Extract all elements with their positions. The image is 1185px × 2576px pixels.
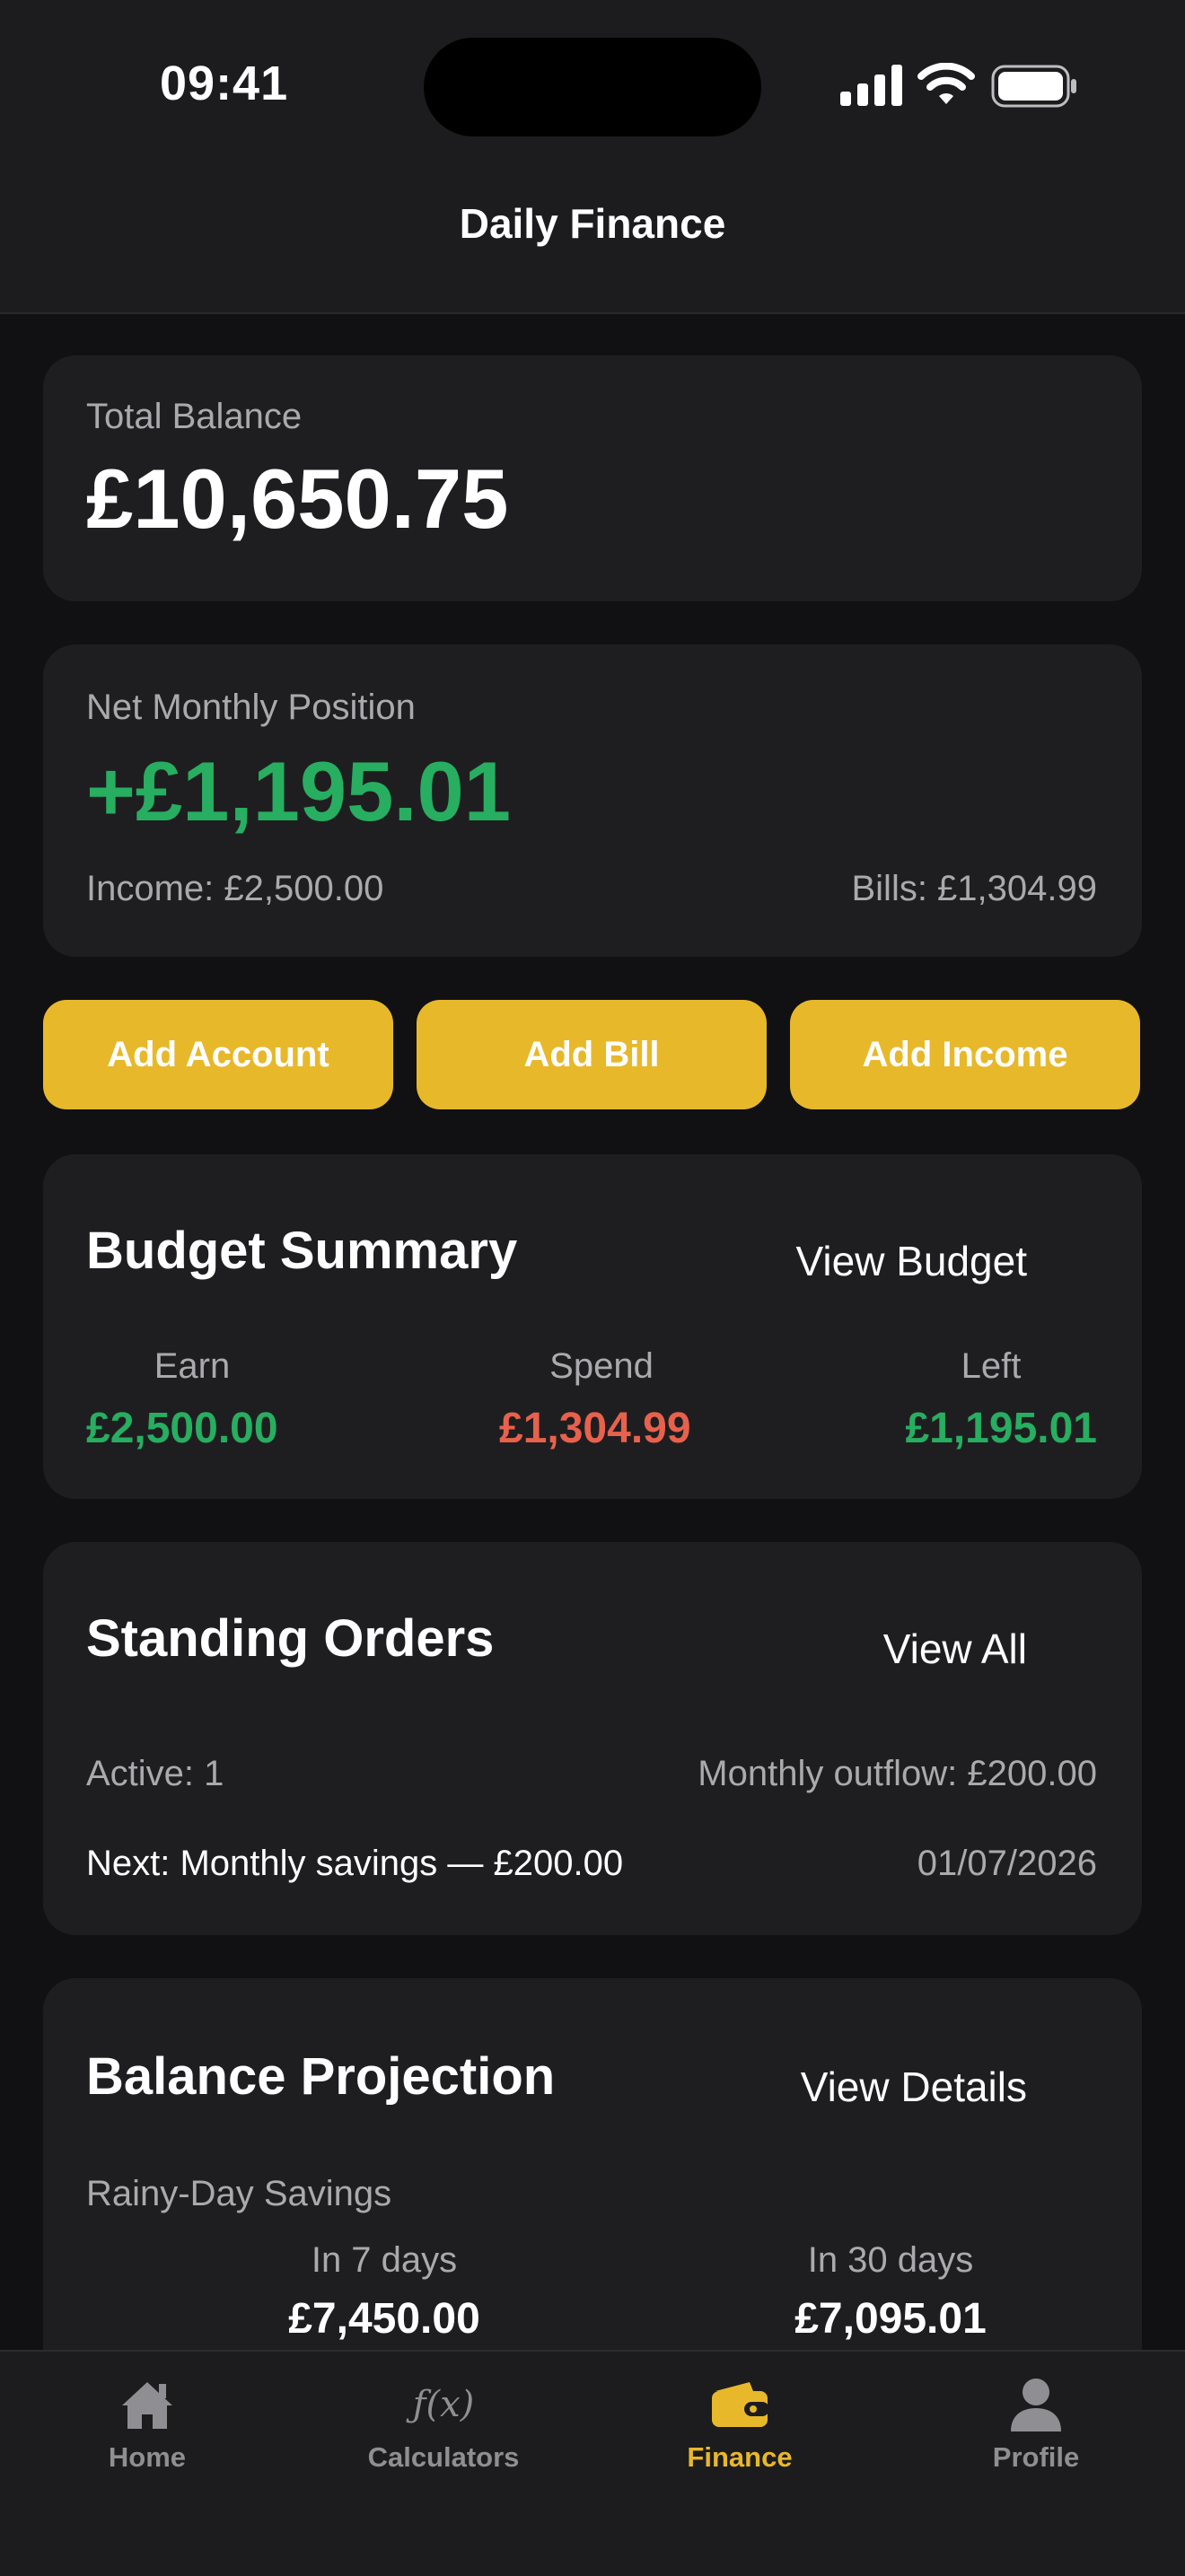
next-standing-order: Next: Monthly savings — £200.00 xyxy=(86,1844,624,1883)
budget-summary-title: Budget Summary xyxy=(86,1222,518,1280)
cellular-signal-icon xyxy=(840,65,902,106)
spend-value: £1,304.99 xyxy=(499,1405,691,1452)
tab-finance[interactable]: Finance xyxy=(650,2373,830,2474)
income-summary: Income: £2,500.00 xyxy=(86,869,384,908)
earn-value: £2,500.00 xyxy=(86,1405,278,1452)
active-count: Active: 1 xyxy=(86,1754,224,1793)
function-icon: ƒ(x) xyxy=(412,2384,475,2425)
projection-30-days-value: £7,095.01 xyxy=(794,2295,987,2343)
projection-7-days-label: In 7 days xyxy=(311,2240,458,2280)
tab-finance-label: Finance xyxy=(687,2441,793,2473)
projection-account-name: Rainy-Day Savings xyxy=(86,2174,392,2213)
budget-summary-card: Budget Summary View Budget Earn £2,500.0… xyxy=(43,1154,1142,1499)
earn-label: Earn xyxy=(154,1346,231,1386)
total-balance-value: £10,650.75 xyxy=(86,451,509,546)
standing-orders-card: Standing Orders View All Active: 1 Month… xyxy=(43,1542,1142,1935)
tab-profile[interactable]: Profile xyxy=(946,2373,1126,2474)
projection-7-days-value: £7,450.00 xyxy=(288,2295,480,2343)
person-icon xyxy=(1011,2379,1061,2431)
add-income-button[interactable]: Add Income xyxy=(790,1000,1140,1109)
tab-home[interactable]: Home xyxy=(57,2373,237,2474)
bills-summary: Bills: £1,304.99 xyxy=(851,869,1097,908)
dynamic-island xyxy=(424,38,761,136)
net-monthly-value: +£1,195.01 xyxy=(86,744,512,838)
house-icon xyxy=(122,2382,172,2429)
left-value: £1,195.01 xyxy=(905,1405,1097,1452)
wifi-icon xyxy=(917,63,975,104)
view-budget-link[interactable]: View Budget xyxy=(796,1237,1027,1285)
status-time: 09:41 xyxy=(160,57,289,110)
tab-calculators-label: Calculators xyxy=(367,2441,520,2473)
projection-30-days-label: In 30 days xyxy=(807,2240,974,2280)
view-details-link[interactable]: View Details xyxy=(801,2063,1027,2111)
add-bill-button[interactable]: Add Bill xyxy=(417,1000,767,1109)
tab-home-label: Home xyxy=(108,2441,187,2473)
balance-projection-title: Balance Projection xyxy=(86,2047,556,2106)
net-monthly-card: Net Monthly Position +£1,195.01 Income: … xyxy=(43,644,1142,957)
page-title: Daily Finance xyxy=(459,200,726,247)
add-account-button[interactable]: Add Account xyxy=(43,1000,393,1109)
tab-profile-label: Profile xyxy=(992,2441,1080,2473)
view-all-link[interactable]: View All xyxy=(883,1625,1027,1673)
left-label: Left xyxy=(961,1346,1022,1386)
net-monthly-label: Net Monthly Position xyxy=(86,688,416,727)
next-order-date: 01/07/2026 xyxy=(917,1844,1097,1883)
spend-label: Spend xyxy=(549,1346,654,1386)
monthly-outflow: Monthly outflow: £200.00 xyxy=(698,1754,1097,1793)
wallet-icon xyxy=(712,2382,769,2427)
standing-orders-title: Standing Orders xyxy=(86,1609,495,1668)
battery-icon xyxy=(991,65,1076,108)
total-balance-label: Total Balance xyxy=(86,397,303,436)
total-balance-card: Total Balance £10,650.75 xyxy=(43,355,1142,601)
tab-calculators[interactable]: ƒ(x) Calculators xyxy=(354,2373,533,2474)
